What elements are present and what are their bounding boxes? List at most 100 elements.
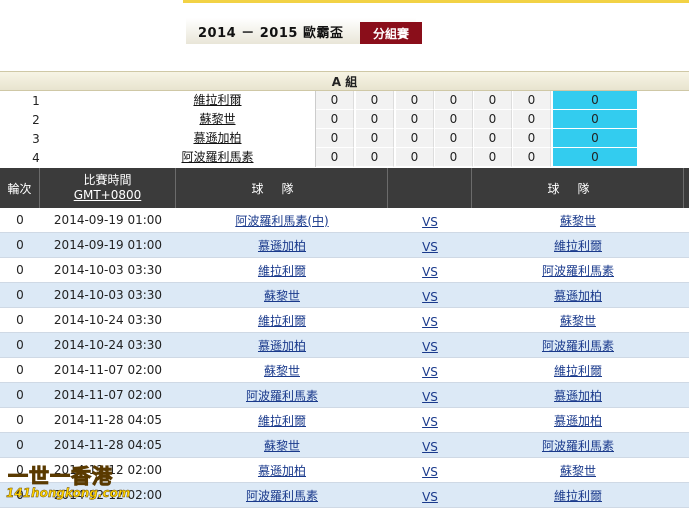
match-away-team-link[interactable]: 維拉利爾: [472, 237, 684, 254]
standings-stat: 0: [356, 148, 394, 167]
match-time: 2014-10-03 03:30: [53, 288, 163, 302]
match-round: 0: [16, 413, 24, 427]
group-stage-button[interactable]: 分組賽: [360, 22, 422, 44]
match-round: 0: [16, 313, 24, 327]
match-vs-link[interactable]: VS: [388, 361, 472, 379]
matches-table: 輪次 比賽時間 GMT+0800 球隊 球隊 0 2014-09-19 01:00…: [0, 168, 689, 508]
standings-stat: 0: [396, 129, 434, 148]
match-away-team-link[interactable]: 阿波羅利馬素: [472, 337, 684, 354]
match-time: 2014-10-24 03:30: [53, 338, 163, 352]
header-timezone-link[interactable]: GMT+0800: [74, 188, 142, 203]
match-away-team-link[interactable]: 慕遜加柏: [472, 387, 684, 404]
standings-rank: 4: [32, 150, 40, 165]
page-title: 2014 － 2015 歐霸盃: [198, 25, 344, 41]
standings-points: 0: [553, 110, 637, 129]
match-away-team-link[interactable]: 維拉利爾: [472, 362, 684, 379]
standings-stat: 0: [513, 91, 551, 110]
standings-stat: 0: [396, 91, 434, 110]
match-row: 0 2014-11-07 02:00 蘇黎世 VS 維拉利爾: [0, 358, 689, 383]
match-round: 0: [16, 288, 24, 302]
match-away-team-link[interactable]: 蘇黎世: [472, 212, 684, 229]
header-round: 輪次: [0, 168, 40, 208]
match-away-team-link[interactable]: 慕遜加柏: [472, 287, 684, 304]
standings-stat: 0: [316, 91, 354, 110]
standings-row: 3 慕遜加柏 0 0 0 0 0 0 0: [0, 129, 689, 148]
standings-rank: 3: [32, 131, 40, 146]
match-away-team-link[interactable]: 阿波羅利馬素: [472, 437, 684, 454]
match-away-team-link[interactable]: 維拉利爾: [472, 487, 684, 504]
match-round: 0: [16, 238, 24, 252]
match-home-team-link[interactable]: 阿波羅利馬素: [176, 387, 388, 404]
match-vs-link[interactable]: VS: [388, 236, 472, 254]
standings-team-link[interactable]: 蘇黎世: [120, 110, 316, 129]
match-vs-link[interactable]: VS: [388, 336, 472, 354]
standings-points: 0: [553, 91, 637, 110]
match-vs-link[interactable]: VS: [388, 386, 472, 404]
match-row: 0 2014-10-03 03:30 蘇黎世 VS 慕遜加柏: [0, 283, 689, 308]
match-row: 0 2014-09-19 01:00 阿波羅利馬素(中) VS 蘇黎世: [0, 208, 689, 233]
match-home-team-link[interactable]: 蘇黎世: [176, 287, 388, 304]
match-time: 2014-09-19 01:00: [53, 213, 163, 227]
match-home-team-link[interactable]: 維拉利爾: [176, 312, 388, 329]
standings-stat: 0: [474, 148, 512, 167]
match-time: 2014-11-28 04:05: [53, 413, 163, 427]
header-time: 比賽時間 GMT+0800: [40, 168, 176, 208]
matches-header: 輪次 比賽時間 GMT+0800 球隊 球隊: [0, 168, 689, 208]
standings-stat: 0: [435, 148, 473, 167]
match-vs-link[interactable]: VS: [388, 461, 472, 479]
standings-stat: 0: [356, 110, 394, 129]
match-home-team-link[interactable]: 維拉利爾: [176, 412, 388, 429]
header-vs: [388, 168, 472, 208]
match-home-team-link[interactable]: 慕遜加柏: [176, 462, 388, 479]
standings-team-link[interactable]: 阿波羅利馬素: [120, 148, 316, 167]
match-time: 2014-09-19 01:00: [53, 238, 163, 252]
match-row: 0 2014-10-03 03:30 維拉利爾 VS 阿波羅利馬素: [0, 258, 689, 283]
match-home-team-link[interactable]: 阿波羅利馬素: [176, 487, 388, 504]
match-home-team-link[interactable]: 蘇黎世: [176, 362, 388, 379]
match-home-team-link[interactable]: 阿波羅利馬素(中): [176, 212, 388, 229]
site-watermark-logo: 一世一香港 141hongkong.com: [2, 458, 132, 506]
standings-team-link[interactable]: 慕遜加柏: [120, 129, 316, 148]
standings-stat: 0: [316, 110, 354, 129]
watermark-line2: 141hongkong.com: [6, 486, 131, 500]
match-away-team-link[interactable]: 蘇黎世: [472, 462, 684, 479]
standings-points: 0: [553, 148, 637, 167]
match-away-team-link[interactable]: 慕遜加柏: [472, 412, 684, 429]
match-time: 2014-10-24 03:30: [53, 313, 163, 327]
match-row: 0 2014-10-24 03:30 慕遜加柏 VS 阿波羅利馬素: [0, 333, 689, 358]
match-round: 0: [16, 213, 24, 227]
watermark-line1: 一世一香港: [8, 464, 113, 489]
header-away-team: 球隊: [472, 168, 684, 208]
match-vs-link[interactable]: VS: [388, 261, 472, 279]
standings-rank: 2: [32, 112, 40, 127]
top-accent-bar: [0, 0, 689, 6]
standings-stat: 0: [396, 110, 434, 129]
standings-stat: 0: [435, 110, 473, 129]
standings-points: 0: [553, 129, 637, 148]
match-time: 2014-10-03 03:30: [53, 263, 163, 277]
match-vs-link[interactable]: VS: [388, 286, 472, 304]
match-home-team-link[interactable]: 慕遜加柏: [176, 237, 388, 254]
match-vs-link[interactable]: VS: [388, 436, 472, 454]
match-away-team-link[interactable]: 阿波羅利馬素: [472, 262, 684, 279]
standings-row: 2 蘇黎世 0 0 0 0 0 0 0: [0, 110, 689, 129]
standings-stat: 0: [396, 148, 434, 167]
match-time: 2014-11-07 02:00: [53, 388, 163, 402]
match-vs-link[interactable]: VS: [388, 211, 472, 229]
match-row: 0 2014-11-07 02:00 阿波羅利馬素 VS 慕遜加柏: [0, 383, 689, 408]
standings-team-link[interactable]: 維拉利爾: [120, 91, 316, 110]
top-yellow-strip: [183, 0, 689, 3]
match-home-team-link[interactable]: 蘇黎世: [176, 437, 388, 454]
standings-stat: 0: [513, 129, 551, 148]
standings-stat: 0: [435, 129, 473, 148]
match-vs-link[interactable]: VS: [388, 411, 472, 429]
match-home-team-link[interactable]: 慕遜加柏: [176, 337, 388, 354]
group-header: A 組: [0, 71, 689, 91]
match-home-team-link[interactable]: 維拉利爾: [176, 262, 388, 279]
match-vs-link[interactable]: VS: [388, 486, 472, 504]
match-row: 0 2014-11-28 04:05 維拉利爾 VS 慕遜加柏: [0, 408, 689, 433]
header-home-team: 球隊: [176, 168, 388, 208]
match-vs-link[interactable]: VS: [388, 311, 472, 329]
match-round: 0: [16, 438, 24, 452]
match-away-team-link[interactable]: 蘇黎世: [472, 312, 684, 329]
